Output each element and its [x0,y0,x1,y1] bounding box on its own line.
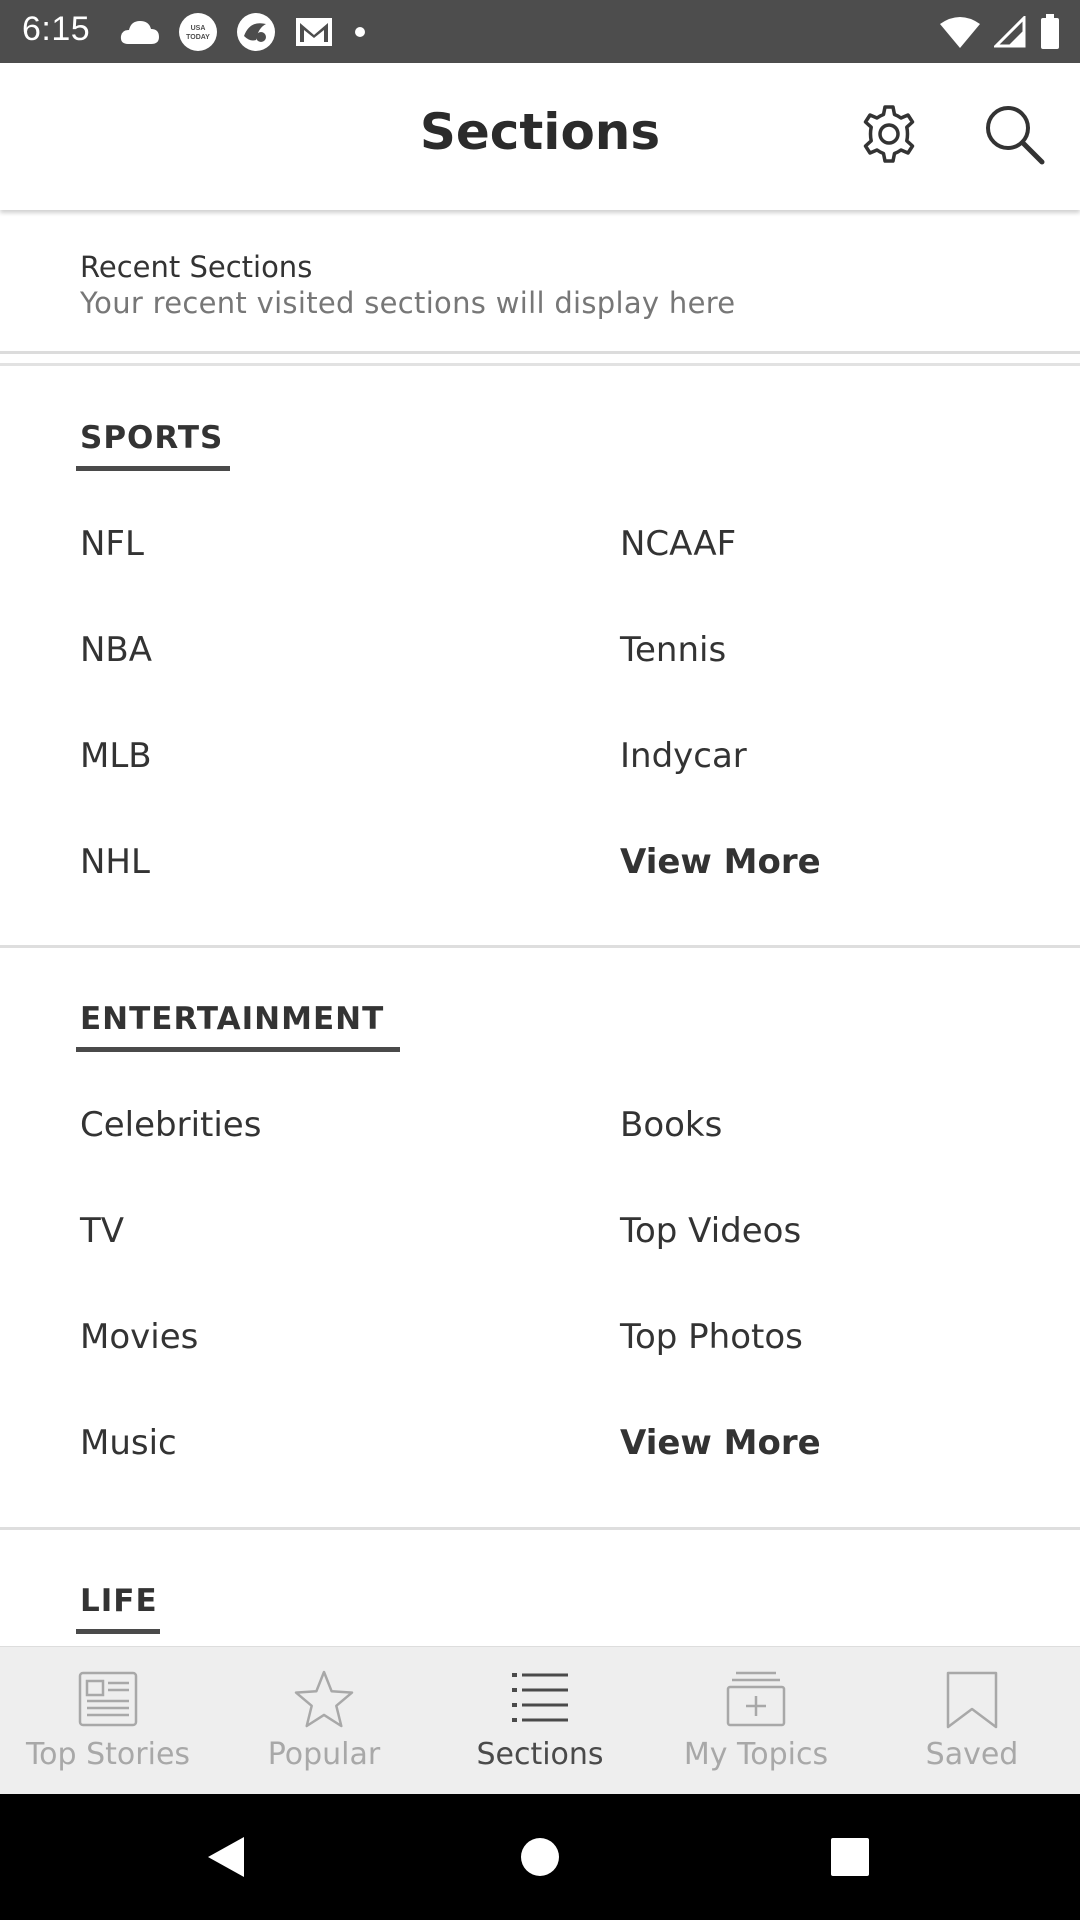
section-heading-sports[interactable]: SPORTS [80,420,223,456]
nav-label: Saved [925,1737,1019,1772]
section-link-nba[interactable]: NBA [80,630,152,670]
home-button[interactable] [512,1829,568,1885]
section-link-top-videos[interactable]: Top Videos [620,1211,801,1251]
recent-sections-subtitle: Your recent visited sections will displa… [80,286,736,320]
section-underline [76,466,230,471]
back-icon [208,1837,244,1877]
app-header: Sections [0,63,1080,210]
status-bar: 6:15 USA TODAY [0,0,1080,63]
battery-icon [1041,14,1059,49]
nav-label: Top Stories [25,1737,191,1772]
star-icon [294,1670,354,1728]
nav-popular[interactable]: Popular [216,1647,432,1795]
nav-label: Popular [267,1737,381,1772]
nav-saved[interactable]: Saved [864,1647,1080,1795]
section-link-indycar[interactable]: Indycar [620,736,747,776]
settings-button[interactable] [853,98,925,170]
svg-text:USA: USA [191,25,206,32]
view-more-entertainment-button[interactable]: View More [620,1423,821,1463]
back-button[interactable] [198,1829,254,1885]
recent-sections-title: Recent Sections [80,250,313,284]
system-icons [940,12,1060,52]
section-link-tennis[interactable]: Tennis [620,630,726,670]
section-link-nhl[interactable]: NHL [80,842,150,882]
wifi-icon [940,17,980,48]
status-time: 6:15 [22,10,91,48]
entertainment-section: ENTERTAINMENT Celebrities TV Movies Musi… [0,948,1080,1528]
recents-icon [831,1838,869,1876]
recents-button[interactable] [822,1829,878,1885]
section-link-movies[interactable]: Movies [80,1317,198,1357]
search-button[interactable] [978,98,1050,170]
section-underline [76,1629,160,1634]
section-link-nfl[interactable]: NFL [80,524,144,564]
nav-label: Sections [476,1737,604,1772]
usa-today-icon: USA TODAY [179,13,217,51]
section-link-music[interactable]: Music [80,1423,177,1463]
section-link-top-photos[interactable]: Top Photos [620,1317,803,1357]
sports-section: SPORTS NFL NBA MLB NHL NCAAF Tennis Indy… [0,366,1080,946]
dot-icon [355,27,365,37]
nav-sections[interactable]: Sections [432,1647,648,1795]
system-navigation-bar [0,1794,1080,1920]
section-link-ncaaf[interactable]: NCAAF [620,524,736,564]
section-heading-entertainment[interactable]: ENTERTAINMENT [80,1001,384,1037]
add-topic-icon [726,1671,786,1727]
section-link-celebrities[interactable]: Celebrities [80,1105,261,1145]
section-underline [76,1047,400,1052]
section-link-tv[interactable]: TV [80,1211,124,1251]
svg-text:TODAY: TODAY [186,34,210,41]
section-heading-life[interactable]: LIFE [80,1583,158,1619]
cloud-icon [120,21,159,44]
list-icon [512,1673,568,1722]
life-section: LIFE [0,1530,1080,1646]
gmail-icon [296,18,332,46]
nav-my-topics[interactable]: My Topics [648,1647,864,1795]
recent-sections: Recent Sections Your recent visited sect… [0,210,1080,354]
home-icon [521,1838,559,1876]
newspaper-icon [78,1671,138,1727]
bottom-navigation: Top Stories Popular Sections My Topics S… [0,1646,1080,1794]
view-more-sports-button[interactable]: View More [620,842,821,882]
notification-icons: USA TODAY [120,12,368,52]
section-link-books[interactable]: Books [620,1105,722,1145]
nav-label: My Topics [683,1737,829,1772]
gear-icon [863,105,915,163]
search-icon [986,106,1045,165]
nav-top-stories[interactable]: Top Stories [0,1647,216,1795]
section-link-mlb[interactable]: MLB [80,736,152,776]
app-icon [237,13,275,51]
signal-icon [994,16,1026,48]
bookmark-icon [946,1671,998,1729]
